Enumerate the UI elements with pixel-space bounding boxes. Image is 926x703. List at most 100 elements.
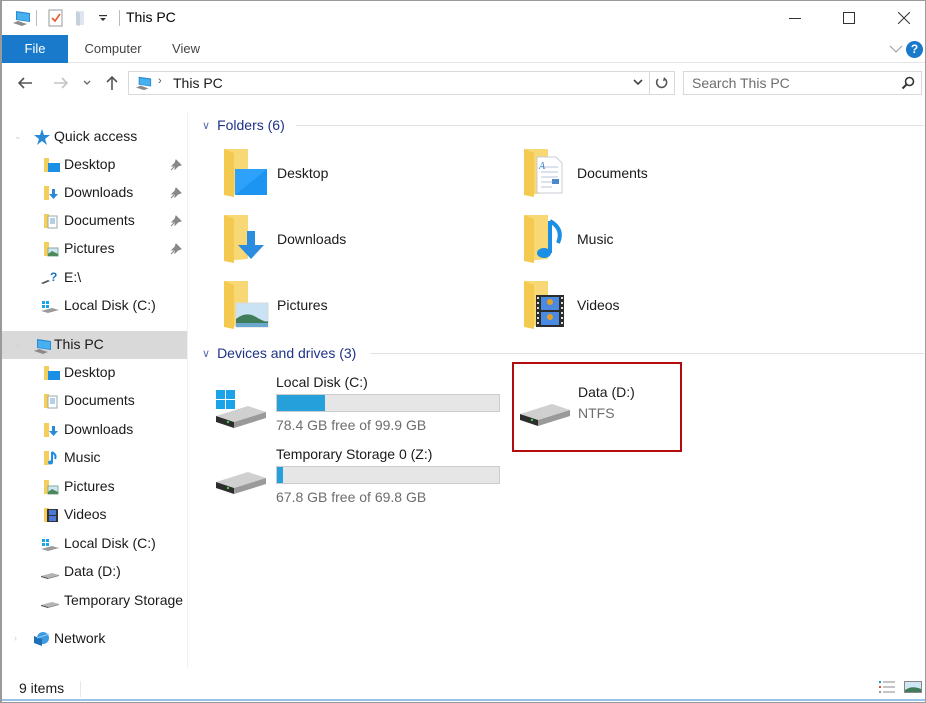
large-icons-view-icon [904, 681, 922, 693]
windows-drive-icon [40, 298, 59, 314]
folder-tile-desktop[interactable]: Desktop [222, 147, 512, 207]
desktop-folder-icon [43, 157, 61, 173]
sidebar-item-pictures[interactable]: Pictures [2, 235, 187, 263]
sidebar-item-documents[interactable]: Documents [2, 387, 187, 415]
drive-usage-fill [277, 467, 284, 483]
close-button[interactable] [881, 1, 926, 35]
recent-locations-button[interactable] [80, 72, 94, 94]
back-button[interactable] [14, 72, 36, 94]
sidebar-item-local-disk-c[interactable]: Local Disk (C:) [2, 292, 187, 320]
item-count: 9 items [19, 680, 65, 696]
sidebar-item-label: Pictures [64, 240, 115, 256]
music-folder-icon [522, 213, 570, 266]
sidebar-item-desktop[interactable]: Desktop [2, 151, 187, 179]
large-icons-view-button[interactable] [904, 679, 922, 698]
group-header-devices[interactable]: ∨ Devices and drives (3) [202, 343, 924, 363]
folder-tile-videos[interactable]: Videos [522, 279, 812, 339]
sidebar-item-documents[interactable]: Documents [2, 207, 187, 235]
sidebar-item-this-pc[interactable]: ⌄ This PC [2, 331, 187, 359]
folder-tile-documents[interactable]: A Documents [522, 147, 812, 207]
expand-arrow-icon[interactable]: ⌄ [14, 131, 22, 141]
folder-tile-music[interactable]: Music [522, 213, 812, 273]
downloads-folder-icon [43, 422, 61, 438]
folder-tile-downloads[interactable]: Downloads [222, 213, 512, 273]
sidebar-item-downloads[interactable]: Downloads [2, 416, 187, 444]
sidebar-item-temporary-storage[interactable]: Temporary Storage (Z:) [2, 587, 187, 615]
help-icon[interactable]: ? [906, 41, 923, 58]
tab-view[interactable]: View [164, 35, 208, 63]
drive-name: Local Disk (C:) [276, 374, 368, 390]
refresh-button[interactable] [649, 72, 674, 94]
minimize-button[interactable] [772, 1, 818, 35]
search-icon[interactable] [901, 76, 915, 93]
this-pc-icon[interactable] [12, 9, 32, 30]
pin-icon[interactable] [170, 214, 182, 230]
pin-icon[interactable] [170, 242, 182, 258]
drive-tile-data-d[interactable]: Data (D:) NTFS [512, 362, 682, 452]
sidebar-item-label: This PC [54, 336, 104, 352]
address-bar[interactable]: › This PC [128, 71, 675, 95]
forward-button[interactable] [50, 72, 72, 94]
drive-tile-temporary-storage-z[interactable]: Temporary Storage 0 (Z:) 67.8 GB free of… [192, 446, 512, 518]
downloads-folder-icon [43, 185, 61, 201]
sidebar-item-data-d[interactable]: Data (D:) [2, 558, 187, 586]
expand-arrow-icon[interactable]: ⌄ [14, 339, 22, 349]
customize-dropdown-icon[interactable] [98, 11, 108, 27]
sidebar-item-label: Local Disk (C:) [64, 535, 156, 551]
drive-free-space: 67.8 GB free of 69.8 GB [276, 489, 427, 505]
tab-computer[interactable]: Computer [76, 35, 150, 63]
breadcrumb-separator-icon[interactable]: › [158, 75, 162, 87]
details-view-button[interactable] [878, 679, 896, 698]
sidebar-item-e-drive[interactable]: ? E:\ [2, 264, 187, 292]
group-header-folders[interactable]: ∨ Folders (6) [202, 115, 924, 135]
group-divider [370, 353, 924, 354]
sidebar-item-quick-access[interactable]: ⌄ Quick access [2, 123, 187, 151]
sidebar-item-network[interactable]: › Network [2, 625, 187, 653]
music-folder-icon [43, 450, 61, 466]
sidebar-item-label: Data (D:) [64, 563, 121, 579]
folder-name: Pictures [277, 297, 328, 313]
group-title: Devices and drives (3) [217, 345, 357, 361]
sidebar-item-downloads[interactable]: Downloads [2, 179, 187, 207]
videos-folder-icon [522, 279, 570, 332]
expand-ribbon-icon[interactable] [889, 41, 903, 57]
sidebar-item-desktop[interactable]: Desktop [2, 359, 187, 387]
sidebar-item-label: Downloads [64, 421, 134, 437]
sidebar-item-music[interactable]: Music [2, 444, 187, 472]
navigation-pane: ⌄ Quick access Desktop Downloads Documen [2, 113, 188, 668]
window-title: This PC [126, 9, 176, 25]
drive-icon [40, 564, 59, 580]
sidebar-item-label: Videos [64, 506, 107, 522]
navigation-bar: › This PC [2, 64, 925, 102]
drive-tile-local-disk-c[interactable]: Local Disk (C:) 78.4 GB free of 99.9 GB [192, 374, 512, 446]
maximize-button[interactable] [826, 1, 872, 35]
new-folder-icon[interactable] [74, 9, 88, 30]
drive-usage-bar [276, 394, 500, 412]
tab-file[interactable]: File [2, 35, 68, 63]
folder-tile-pictures[interactable]: Pictures [222, 279, 512, 339]
pin-icon[interactable] [170, 186, 182, 202]
search-input[interactable] [684, 72, 884, 94]
maximize-icon [843, 12, 855, 24]
breadcrumb-this-pc[interactable]: This PC [173, 75, 223, 91]
up-button[interactable] [102, 72, 122, 94]
collapse-group-icon[interactable]: ∨ [202, 119, 210, 132]
drive-filesystem: NTFS [578, 405, 615, 421]
status-bar: 9 items [2, 675, 925, 701]
folder-name: Downloads [277, 231, 347, 247]
pictures-folder-icon [43, 479, 61, 495]
collapse-group-icon[interactable]: ∨ [202, 347, 210, 360]
sidebar-item-local-disk-c[interactable]: Local Disk (C:) [2, 530, 187, 558]
sidebar-item-label: Music [64, 449, 101, 465]
pin-icon[interactable] [170, 158, 182, 174]
sidebar-item-videos[interactable]: Videos [2, 501, 187, 529]
sidebar-item-pictures[interactable]: Pictures [2, 473, 187, 501]
search-box[interactable] [683, 71, 922, 95]
drive-name: Temporary Storage 0 (Z:) [276, 446, 433, 462]
sidebar-item-label: Documents [64, 392, 135, 408]
expand-arrow-icon[interactable]: › [14, 633, 22, 643]
properties-icon[interactable] [48, 9, 64, 30]
address-dropdown-icon[interactable] [632, 75, 644, 92]
pictures-folder-icon [43, 241, 61, 257]
sidebar-item-label: Desktop [64, 364, 116, 380]
